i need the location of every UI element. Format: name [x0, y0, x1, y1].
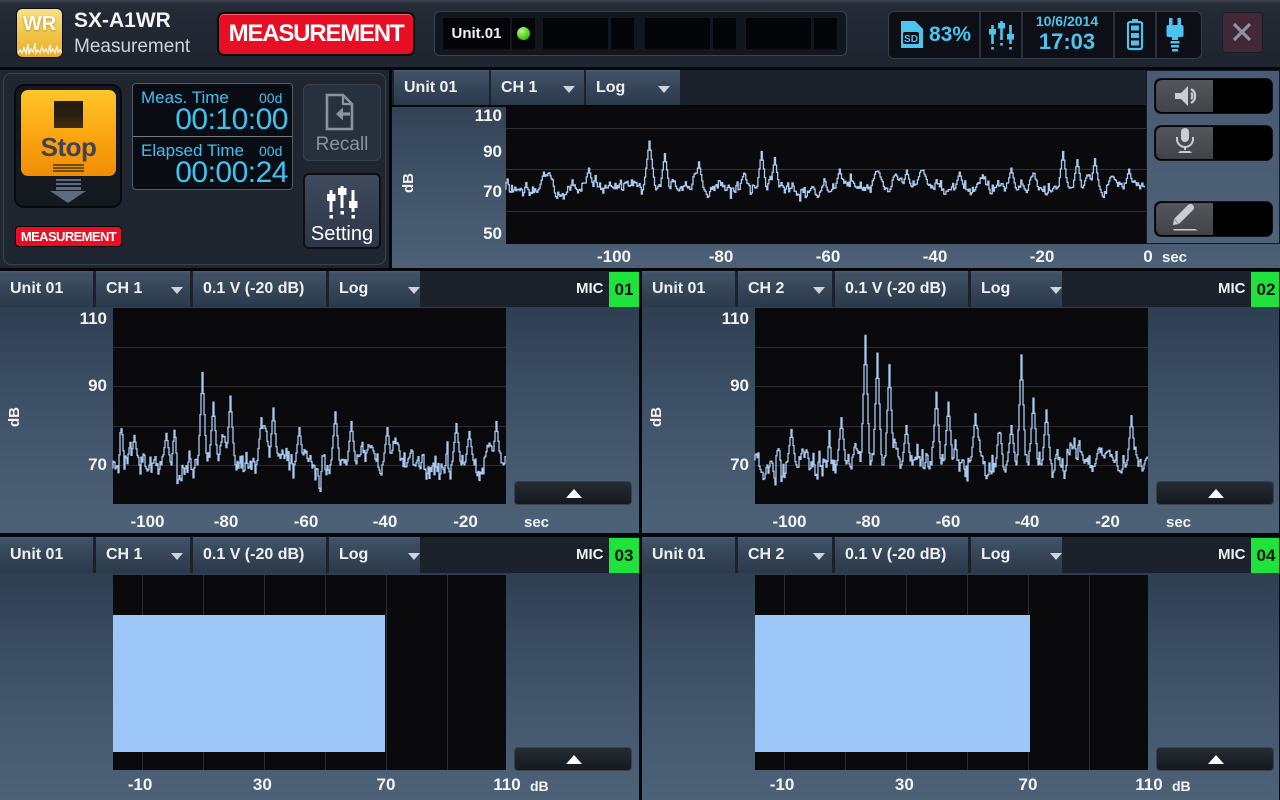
svg-text:SD: SD [904, 34, 918, 45]
